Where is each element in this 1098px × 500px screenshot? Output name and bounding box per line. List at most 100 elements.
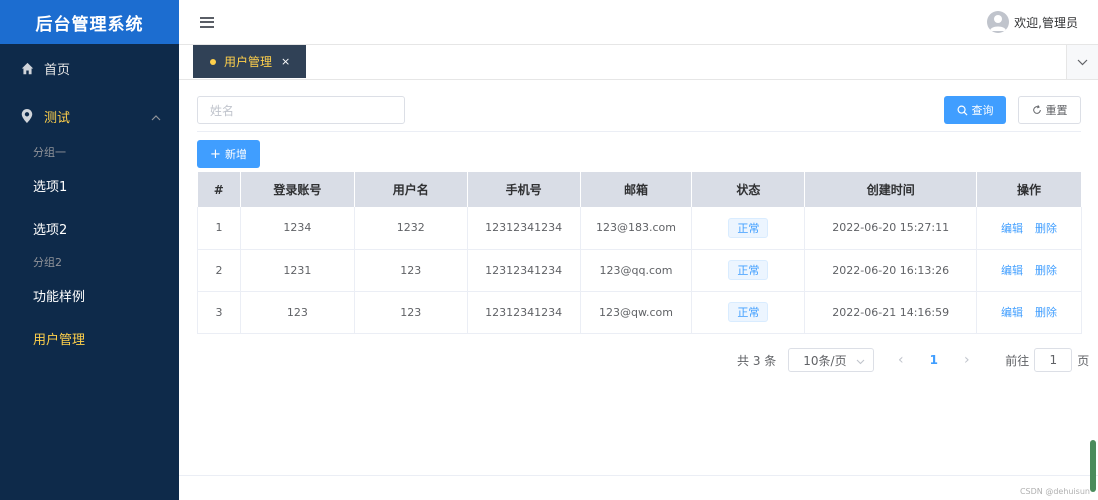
footer-divider <box>179 475 1098 476</box>
cell-created: 2022-06-20 16:13:26 <box>804 249 978 292</box>
sidebar: 后台管理系统 首页 测试 分组一 选项1 选项2 分组2 功能样例 用户管理 <box>0 0 179 500</box>
cell-email: 123@183.com <box>580 207 693 250</box>
cell-index: 3 <box>197 291 241 334</box>
users-table: # 登录账号 用户名 手机号 邮箱 状态 创建时间 操作 1 1234 1232… <box>197 172 1082 334</box>
status-badge: 正常 <box>728 302 769 322</box>
table-row: 2 1231 123 12312341234 123@qq.com 正常 202… <box>197 249 1082 292</box>
cell-account: 1231 <box>240 249 355 292</box>
sidebar-item-option1[interactable]: 选项1 <box>0 164 179 207</box>
query-button[interactable]: 查询 <box>944 96 1006 124</box>
name-search-input[interactable]: 姓名 <box>197 96 405 124</box>
chevron-down-icon <box>1077 59 1088 65</box>
goto-prefix: 前往 <box>1005 353 1030 368</box>
column-header: 手机号 <box>467 172 581 207</box>
goto-page: 前往 1 页 <box>1005 348 1089 372</box>
goto-page-input[interactable]: 1 <box>1034 348 1073 372</box>
tab-user-mgmt[interactable]: 用户管理 × <box>193 45 306 78</box>
cell-email: 123@qq.com <box>580 249 693 292</box>
home-icon <box>20 61 34 75</box>
current-page[interactable]: 1 <box>917 353 950 367</box>
divider <box>197 131 1081 132</box>
cell-index: 2 <box>197 249 241 292</box>
refresh-icon <box>1032 105 1041 114</box>
tabs-dropdown-button[interactable] <box>1066 45 1098 79</box>
chevron-down-icon <box>856 354 865 368</box>
user-menu[interactable]: 欢迎,管理员 <box>987 11 1078 33</box>
cell-phone: 12312341234 <box>467 207 581 250</box>
column-header: # <box>197 172 241 207</box>
menu-group-title: 分组2 <box>33 256 62 269</box>
delete-link[interactable]: 删除 <box>1035 222 1057 235</box>
sidebar-item-label: 首页 <box>44 62 71 78</box>
pagination: 共 3 条 10条/页 ‹ 1 › 前往 1 页 <box>737 348 1089 372</box>
delete-link[interactable]: 删除 <box>1035 306 1057 319</box>
goto-suffix: 页 <box>1077 353 1090 368</box>
sidebar-item-user-mgmt[interactable]: 用户管理 <box>0 317 179 360</box>
cell-account: 1234 <box>240 207 355 250</box>
search-icon <box>957 105 968 116</box>
menu-group-title: 分组一 <box>33 146 66 159</box>
sidebar-item-label: 测试 <box>44 110 71 126</box>
cell-username: 123 <box>354 249 468 292</box>
cell-phone: 12312341234 <box>467 249 581 292</box>
page-size-value: 10条/页 <box>803 353 847 368</box>
chevron-up-icon <box>151 110 161 125</box>
cell-index: 1 <box>197 207 241 250</box>
column-header: 创建时间 <box>804 172 978 207</box>
table-row: 3 123 123 12312341234 123@qw.com 正常 2022… <box>197 291 1082 334</box>
query-label: 查询 <box>971 104 994 117</box>
scrollbar-thumb[interactable] <box>1090 440 1096 492</box>
page-size-select[interactable]: 10条/页 <box>788 348 875 372</box>
table-header-row: # 登录账号 用户名 手机号 邮箱 状态 创建时间 操作 <box>197 172 1082 207</box>
tab-label: 用户管理 <box>224 55 273 69</box>
tabs-bar: 用户管理 × <box>179 45 1098 80</box>
cell-status: 正常 <box>691 249 806 292</box>
welcome-text: 欢迎,管理员 <box>1014 15 1078 30</box>
cell-email: 123@qw.com <box>580 291 693 334</box>
app-logo: 后台管理系统 <box>0 0 179 44</box>
cell-status: 正常 <box>691 291 806 334</box>
location-icon <box>20 109 34 123</box>
top-header: 欢迎,管理员 <box>179 0 1098 45</box>
prev-page-button[interactable]: ‹ <box>884 352 917 368</box>
close-icon[interactable]: × <box>281 55 290 68</box>
column-header: 登录账号 <box>240 172 355 207</box>
status-badge: 正常 <box>728 260 769 280</box>
active-dot-icon <box>210 58 216 65</box>
delete-link[interactable]: 删除 <box>1035 264 1057 277</box>
edit-link[interactable]: 编辑 <box>1001 222 1023 235</box>
main-content: 姓名 查询 重置 + 新增 # 登录账号 用户名 手机号 邮箱 状态 创建时间 … <box>179 80 1098 500</box>
cell-actions: 编辑 删除 <box>976 249 1082 292</box>
column-header: 邮箱 <box>580 172 693 207</box>
cell-phone: 12312341234 <box>467 291 581 334</box>
cell-status: 正常 <box>691 207 806 250</box>
add-label: 新增 <box>224 148 247 161</box>
cell-actions: 编辑 删除 <box>976 291 1082 334</box>
column-header: 状态 <box>691 172 806 207</box>
table-row: 1 1234 1232 12312341234 123@183.com 正常 2… <box>197 207 1082 250</box>
cell-created: 2022-06-21 14:16:59 <box>804 291 978 334</box>
watermark: CSDN @dehuisun <box>1019 487 1090 496</box>
sidebar-item-option2[interactable]: 选项2 <box>0 207 179 250</box>
edit-link[interactable]: 编辑 <box>1001 306 1023 319</box>
cell-actions: 编辑 删除 <box>976 207 1082 250</box>
menu-toggle-icon[interactable] <box>200 16 214 28</box>
status-badge: 正常 <box>728 217 769 238</box>
column-header: 用户名 <box>354 172 468 207</box>
avatar <box>987 11 1010 33</box>
total-count: 共 3 条 <box>737 353 777 368</box>
next-page-button[interactable]: › <box>950 352 983 368</box>
reset-label: 重置 <box>1045 104 1068 117</box>
plus-icon: + <box>210 146 221 162</box>
sidebar-item-test[interactable]: 测试 <box>0 92 179 140</box>
sidebar-item-home[interactable]: 首页 <box>0 44 179 92</box>
add-button[interactable]: + 新增 <box>197 140 260 168</box>
edit-link[interactable]: 编辑 <box>1001 264 1023 277</box>
column-header: 操作 <box>976 172 1082 207</box>
reset-button[interactable]: 重置 <box>1018 96 1081 124</box>
cell-username: 123 <box>354 291 468 334</box>
cell-account: 123 <box>240 291 355 334</box>
cell-username: 1232 <box>354 207 468 250</box>
sidebar-item-feature[interactable]: 功能样例 <box>0 274 179 317</box>
cell-created: 2022-06-20 15:27:11 <box>804 207 978 250</box>
